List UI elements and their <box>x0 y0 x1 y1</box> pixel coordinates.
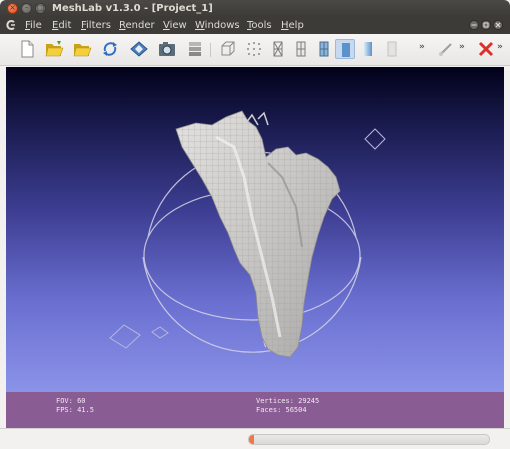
mdi-close-button[interactable] <box>493 20 503 30</box>
window-minimize-button[interactable]: – <box>21 3 32 14</box>
texture-button[interactable] <box>382 39 402 59</box>
toolbar-overflow-3[interactable]: » <box>497 42 503 52</box>
wireframe-icon <box>273 41 283 57</box>
reload-icon <box>103 42 117 56</box>
faces-readout: Faces: 56504 <box>256 406 307 414</box>
delete-icon <box>478 41 494 57</box>
flat-lines-button[interactable] <box>314 39 334 59</box>
snapshot-button[interactable] <box>157 39 177 59</box>
fov-readout: FOV: 60 <box>56 397 86 405</box>
menu-windows[interactable]: Windows <box>195 19 240 32</box>
camera-icon <box>159 42 175 56</box>
fps-readout: FPS: 41.5 <box>56 406 94 414</box>
hidden-lines-icon <box>296 41 306 57</box>
minimize-icon: – <box>24 3 29 12</box>
viewport-canvas[interactable] <box>6 67 504 392</box>
flat-shading-icon <box>342 43 350 57</box>
toolbar-overflow-2[interactable]: » <box>459 42 465 52</box>
points-mode-button[interactable] <box>244 39 264 59</box>
window-close-button[interactable]: × <box>7 3 18 14</box>
open-project-button[interactable] <box>72 39 92 59</box>
bbox-mode-button[interactable] <box>218 39 238 59</box>
new-file-icon <box>21 40 34 58</box>
main-toolbar: » » » <box>0 34 510 66</box>
texture-icon <box>387 41 397 57</box>
title-bar[interactable]: × – □ MeshLab v1.3.0 - [Project_1] <box>0 0 510 17</box>
flat-shading-button[interactable] <box>335 39 355 59</box>
save-button[interactable] <box>129 39 149 59</box>
menu-bar: File Edit Filters Render View Windows To… <box>0 17 510 34</box>
points-icon <box>247 42 261 56</box>
menu-file[interactable]: File <box>25 19 42 32</box>
delete-button[interactable] <box>476 39 496 59</box>
menu-help[interactable]: Help <box>281 19 304 32</box>
light-gizmo-small <box>151 326 169 339</box>
open-folder-icon <box>45 41 64 57</box>
maximize-icon: □ <box>36 3 45 12</box>
close-icon <box>495 22 501 28</box>
mdi-minimize-button[interactable] <box>469 20 479 30</box>
layers-icon <box>189 42 201 56</box>
menu-render[interactable]: Render <box>119 19 155 32</box>
hidden-lines-button[interactable] <box>291 39 311 59</box>
status-bar <box>0 428 510 449</box>
save-icon <box>130 41 148 57</box>
meshlab-window: × – □ MeshLab v1.3.0 - [Project_1] File … <box>0 0 510 449</box>
restore-icon <box>483 22 489 28</box>
folder-icon <box>73 44 92 57</box>
vertices-readout: Vertices: 29245 <box>256 397 320 405</box>
smooth-shading-button[interactable] <box>358 39 378 59</box>
measure-button[interactable] <box>436 39 456 59</box>
3d-viewport[interactable] <box>6 67 504 392</box>
progress-fill <box>249 435 254 444</box>
light-gizmo-left <box>109 324 141 349</box>
smooth-shading-icon <box>364 42 372 56</box>
menu-tools[interactable]: Tools <box>247 19 272 32</box>
menu-filters[interactable]: Filters <box>81 19 111 32</box>
meshlab-icon <box>5 19 17 31</box>
new-project-button[interactable] <box>17 39 37 59</box>
mdi-restore-button[interactable] <box>481 20 491 30</box>
progress-bar <box>248 434 490 445</box>
menu-edit[interactable]: Edit <box>52 19 71 32</box>
menu-view[interactable]: View <box>163 19 187 32</box>
window-title: MeshLab v1.3.0 - [Project_1] <box>52 3 213 14</box>
close-icon: × <box>9 3 16 12</box>
toolbar-overflow-1[interactable]: » <box>419 42 425 52</box>
measure-icon <box>439 43 452 56</box>
layers-button[interactable] <box>185 39 205 59</box>
minimize-icon <box>471 24 477 26</box>
flat-lines-icon <box>319 41 329 57</box>
bounding-box-icon <box>221 41 235 56</box>
toolbar-separator <box>210 43 211 57</box>
reload-button[interactable] <box>100 39 120 59</box>
open-button[interactable] <box>44 39 64 59</box>
light-gizmo <box>364 128 386 150</box>
wireframe-mode-button[interactable] <box>268 39 288 59</box>
window-maximize-button[interactable]: □ <box>35 3 46 14</box>
info-bar: FOV: 60 FPS: 41.5 Vertices: 29245 Faces:… <box>6 392 504 428</box>
